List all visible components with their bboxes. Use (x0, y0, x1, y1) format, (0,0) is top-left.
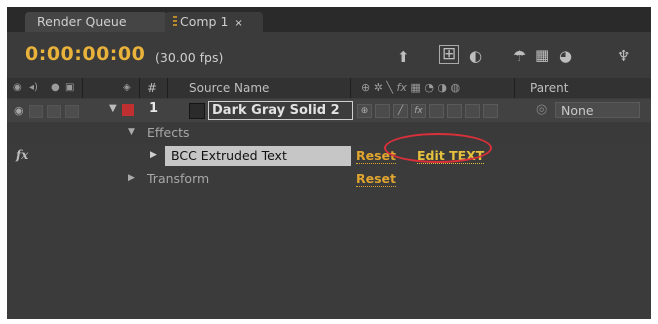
timeline-panel: Render Queue Comp 1 × 0:00:00:00 (30.00 f… (7, 7, 651, 319)
effects-group-row[interactable]: ▼ Effects (7, 123, 651, 145)
transform-group-row[interactable]: ▶ Transform Reset (7, 169, 651, 191)
column-divider (514, 78, 515, 98)
solid-layer-icon (189, 103, 205, 119)
eye-column-icon[interactable]: ◉ (13, 78, 22, 98)
drag-grip-icon[interactable] (173, 16, 177, 28)
tab-comp-1[interactable]: Comp 1 × (165, 12, 263, 32)
tab-label: Render Queue (37, 14, 127, 29)
switches-column-icons[interactable]: ⊕ ✲ ╲ fx ▦ ◔ ◑ ◍ (361, 78, 460, 98)
lock-column-icon[interactable]: ▣ (65, 78, 74, 98)
tab-render-queue[interactable]: Render Queue (25, 12, 167, 32)
source-name-column-header[interactable]: Source Name (189, 78, 269, 98)
motion-blur-switch[interactable] (447, 104, 462, 118)
shy-switch[interactable]: ⊕ (357, 104, 372, 118)
twirl-right-arrow-icon[interactable]: ▶ (128, 173, 135, 183)
layer-name-field[interactable]: Dark Gray Solid 2 (208, 101, 353, 120)
graph-editor-icon[interactable]: ♆ (617, 47, 630, 65)
quality-switch[interactable]: ╱ (393, 104, 408, 118)
solo-toggle[interactable] (47, 105, 61, 118)
frame-blend-switch[interactable] (429, 104, 444, 118)
label-column-icon[interactable]: ◈ (123, 78, 131, 98)
effect-row[interactable]: fx ▶ BCC Extruded Text Reset Edit TEXT (7, 146, 651, 168)
column-divider (139, 78, 140, 98)
twirl-down-arrow-icon[interactable]: ▼ (128, 127, 135, 137)
current-time-display[interactable]: 0:00:00:00 (25, 43, 145, 65)
effect-switch[interactable]: fx (411, 104, 426, 118)
collapse-switch[interactable] (375, 104, 390, 118)
frame-rate-label: (30.00 fps) (155, 50, 224, 65)
timeline-header: 0:00:00:00 (30.00 fps) ⬆ ⊞ ◐ ☂ ▦ ◕ ♆ (7, 34, 651, 76)
audio-column-icon[interactable]: ◂) (29, 78, 38, 98)
layer-row[interactable]: ◉ ▼ 1 Dark Gray Solid 2 ⊕ ╱ fx ◎ None (7, 99, 651, 122)
column-divider (82, 78, 83, 98)
twirl-right-arrow-icon[interactable]: ▶ (150, 150, 157, 160)
red-highlight-ellipse (384, 133, 492, 163)
solo-column-icon[interactable]: ● (51, 78, 60, 98)
twirl-down-arrow-icon[interactable]: ▼ (109, 103, 117, 114)
transform-group-label: Transform (147, 171, 210, 186)
effects-group-label: Effects (147, 125, 190, 140)
layer-number: 1 (149, 101, 159, 116)
close-icon[interactable]: × (234, 18, 242, 29)
frame-blending-icon[interactable]: ▦ (535, 46, 549, 64)
parent-dropdown[interactable]: None (555, 102, 640, 118)
effect-name[interactable]: BCC Extruded Text (165, 146, 351, 166)
pick-whip-icon[interactable]: ◎ (536, 102, 547, 117)
column-divider (167, 78, 168, 98)
transform-reset-link[interactable]: Reset (356, 171, 396, 187)
3d-layer-switch[interactable] (483, 104, 498, 118)
number-column-header[interactable]: # (147, 78, 157, 98)
column-header-row: ◉ ◂) ● ▣ ◈ # Source Name ⊕ ✲ ╲ fx ▦ ◔ ◑ … (7, 78, 651, 98)
tab-bar: Render Queue Comp 1 × (7, 7, 651, 32)
fx-icon[interactable]: fx (16, 148, 28, 162)
adjustment-layer-switch[interactable] (465, 104, 480, 118)
column-divider (350, 78, 351, 98)
visibility-eye-icon[interactable]: ◉ (14, 104, 24, 117)
tab-label: Comp 1 (180, 14, 229, 29)
motion-blur-icon[interactable]: ◕ (559, 47, 572, 65)
parent-column-header[interactable]: Parent (530, 78, 568, 98)
draft-3d-icon[interactable]: ◐ (469, 47, 482, 65)
live-update-icon[interactable]: ⊞ (439, 45, 460, 64)
audio-toggle[interactable] (29, 105, 43, 118)
lock-toggle[interactable] (65, 105, 79, 118)
label-color-swatch[interactable] (122, 104, 134, 116)
empty-layer-area[interactable] (7, 193, 651, 319)
composition-mini-flowchart-icon[interactable]: ⬆ (397, 48, 410, 66)
shy-layers-icon[interactable]: ☂ (513, 47, 526, 65)
